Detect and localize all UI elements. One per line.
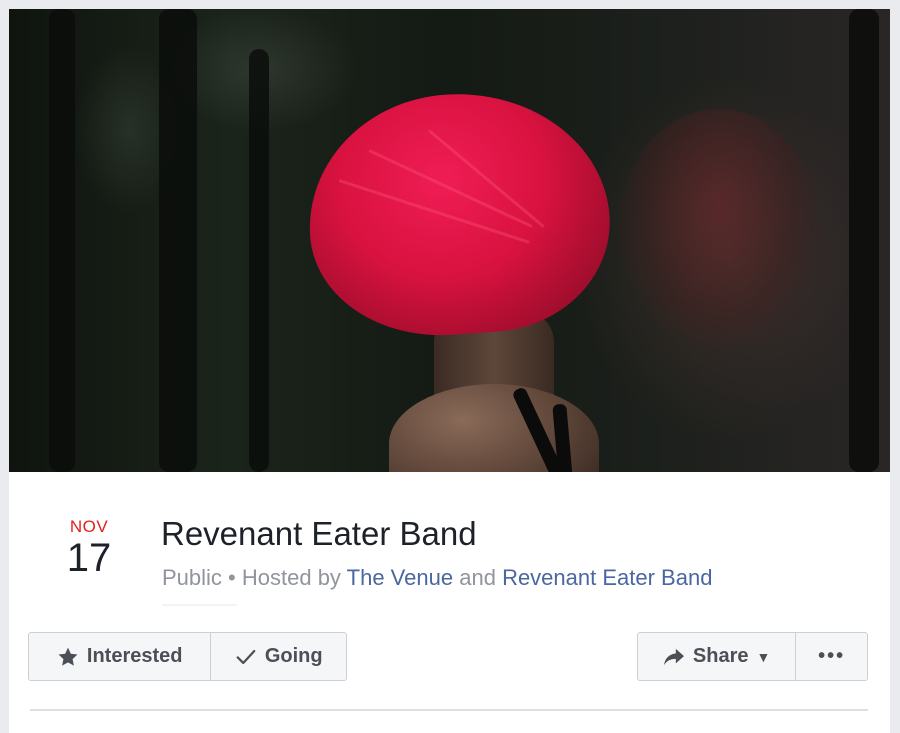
interested-button[interactable]: Interested [29,633,210,680]
share-button[interactable]: Share ▼ [638,633,795,680]
section-divider [30,709,868,711]
host-link-the-venue[interactable]: The Venue [347,565,453,590]
event-card: NOV 17 Revenant Eater Band Public • Host… [9,9,890,733]
going-label: Going [264,645,323,667]
faded-text-remnant [162,604,237,606]
event-date-day: 17 [66,536,112,580]
tree-trunk [249,49,269,472]
tree-trunk [49,9,75,472]
event-subtitle: Public • Hosted by The Venue and Revenan… [162,564,712,592]
photo-reflection [619,109,819,349]
star-icon [57,646,79,668]
hosted-by-label: Hosted by [241,565,341,590]
event-cover-photo[interactable] [9,9,890,472]
more-options-button[interactable]: ••• [795,633,867,680]
hosts-joiner: and [459,565,496,590]
interested-label: Interested [86,645,183,667]
event-date-month: NOV [69,517,109,536]
tree-trunk [159,9,197,472]
separator-dot: • [228,565,242,590]
privacy-label: Public [162,565,222,590]
caret-down-icon: ▼ [756,648,771,665]
tree-trunk [849,9,879,472]
checkmark-icon [235,646,257,668]
event-date: NOV 17 [49,517,129,579]
host-link-revenant-eater-band[interactable]: Revenant Eater Band [502,565,712,590]
going-button[interactable]: Going [210,633,346,680]
share-button-group: Share ▼ ••• [637,632,868,681]
rsvp-button-group: Interested Going [28,632,347,681]
event-title: Revenant Eater Band [161,515,477,552]
share-arrow-icon [663,647,685,667]
photo-red-hair [300,83,618,345]
share-label: Share [692,645,749,667]
